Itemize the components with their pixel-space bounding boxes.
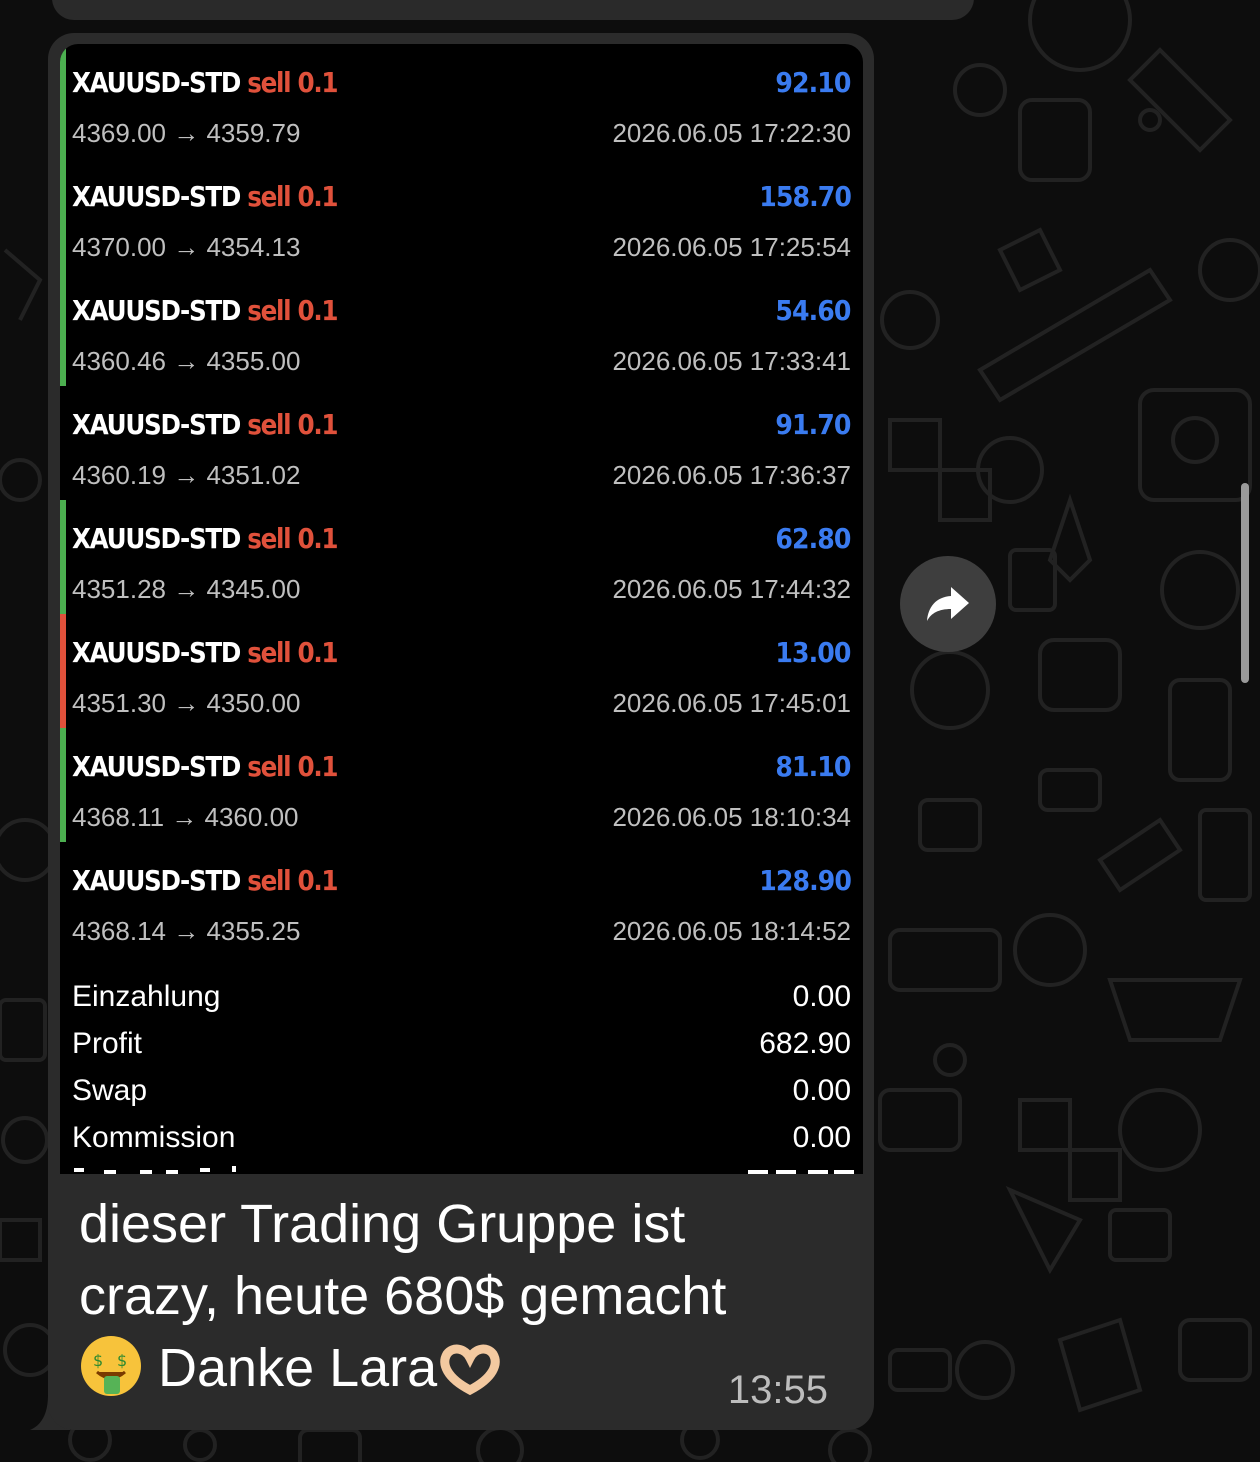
summary-row-swap: Swap 0.00 xyxy=(60,1068,863,1114)
summary-value: 0.00 xyxy=(792,980,851,1013)
summary-row-commission: Kommission 0.00 xyxy=(60,1115,863,1161)
trade-time: 2026.06.05 18:14:52 xyxy=(612,916,851,946)
trade-prices: 4360.46 → 4355.00 xyxy=(72,346,301,376)
trade-time: 2026.06.05 17:45:01 xyxy=(612,688,851,718)
trade-profit: 13.00 xyxy=(775,636,852,669)
scrollbar[interactable] xyxy=(1241,483,1249,683)
trade-status-bar xyxy=(60,500,66,614)
summary-label: Einzahlung xyxy=(72,980,221,1013)
message-line: dieser Trading Gruppe ist xyxy=(79,1194,686,1254)
trade-profit: 62.80 xyxy=(775,522,852,555)
trade-profit: 92.10 xyxy=(775,66,852,99)
trade-row: XAUUSD-STD sell 0.1 4369.00 → 4359.79 92… xyxy=(60,44,863,158)
summary-row-profit: Profit 682.90 xyxy=(60,1021,863,1067)
money-mouth-face-icon: $ $ xyxy=(81,1336,141,1396)
trade-profit: 81.10 xyxy=(775,750,852,783)
trade-prices: 4368.11 → 4360.00 xyxy=(72,802,299,832)
summary-label: Profit xyxy=(72,1027,143,1060)
trade-symbol: XAUUSD-STD sell 0.1 xyxy=(72,636,339,669)
trade-row: XAUUSD-STD sell 0.1 4370.00 → 4354.13 15… xyxy=(60,158,863,272)
trade-symbol: XAUUSD-STD sell 0.1 xyxy=(72,408,339,441)
trade-time: 2026.06.05 17:33:41 xyxy=(612,346,851,376)
trade-row: XAUUSD-STD sell 0.1 4360.46 → 4355.00 54… xyxy=(60,272,863,386)
trade-time: 2026.06.05 17:36:37 xyxy=(612,460,851,490)
trade-prices: 4370.00 → 4354.13 xyxy=(72,232,301,262)
trade-status-bar xyxy=(60,44,66,158)
trade-row: XAUUSD-STD sell 0.1 4351.30 → 4350.00 13… xyxy=(60,614,863,728)
trade-history-screenshot[interactable]: XAUUSD-STD sell 0.1 4369.00 → 4359.79 92… xyxy=(60,44,863,1174)
summary-value: 0.00 xyxy=(792,1074,851,1107)
trade-row: XAUUSD-STD sell 0.1 4368.14 → 4355.25 12… xyxy=(60,842,863,956)
trade-status-bar xyxy=(60,158,66,272)
trade-time: 2026.06.05 17:44:32 xyxy=(612,574,851,604)
summary-label: Swap xyxy=(72,1074,148,1107)
trade-row: XAUUSD-STD sell 0.1 4351.28 → 4345.00 62… xyxy=(60,500,863,614)
summary-value: 0.00 xyxy=(792,1121,851,1154)
trade-symbol: XAUUSD-STD sell 0.1 xyxy=(72,522,339,555)
trade-status-bar xyxy=(60,614,66,728)
trade-row: XAUUSD-STD sell 0.1 4360.19 → 4351.02 91… xyxy=(60,386,863,500)
svg-text:$: $ xyxy=(117,1351,127,1370)
trade-prices: 4368.14 → 4355.25 xyxy=(72,916,301,946)
previous-message-bubble xyxy=(52,0,974,20)
trade-prices: 4351.28 → 4345.00 xyxy=(72,574,301,604)
trade-symbol: XAUUSD-STD sell 0.1 xyxy=(72,294,339,327)
trade-prices: 4360.19 → 4351.02 xyxy=(72,460,301,490)
trade-profit: 128.90 xyxy=(759,864,852,897)
trade-prices: 4369.00 → 4359.79 xyxy=(72,118,301,148)
trade-time: 2026.06.05 17:22:30 xyxy=(612,118,851,148)
message-text: dieser Trading Gruppe ist crazy, heute 6… xyxy=(79,1188,839,1404)
trade-time: 2026.06.05 17:25:54 xyxy=(612,232,851,262)
message-line-3: $ $ Danke Lara xyxy=(79,1332,839,1404)
trade-row: XAUUSD-STD sell 0.1 4368.11 → 4360.00 81… xyxy=(60,728,863,842)
trade-symbol: XAUUSD-STD sell 0.1 xyxy=(72,750,339,783)
trade-status-bar xyxy=(60,728,66,842)
trade-symbol: XAUUSD-STD sell 0.1 xyxy=(72,66,339,99)
trade-profit: 54.60 xyxy=(775,294,852,327)
trade-symbol: XAUUSD-STD sell 0.1 xyxy=(72,180,339,213)
trade-status-bar xyxy=(60,272,66,386)
heart-hands-icon xyxy=(440,1344,500,1396)
trade-profit: 158.70 xyxy=(759,180,852,213)
cropped-text-fragment xyxy=(74,1166,854,1174)
forward-arrow-icon xyxy=(927,587,969,621)
trade-prices: 4351.30 → 4350.00 xyxy=(72,688,301,718)
message-timestamp: 13:55 xyxy=(727,1368,828,1412)
summary-label: Kommission xyxy=(72,1121,236,1154)
summary-row-deposit: Einzahlung 0.00 xyxy=(60,974,863,1020)
forward-button[interactable] xyxy=(900,556,996,652)
message-line: crazy, heute 680$ gemacht xyxy=(79,1266,727,1326)
trade-time: 2026.06.05 18:10:34 xyxy=(612,802,851,832)
trade-symbol: XAUUSD-STD sell 0.1 xyxy=(72,864,339,897)
summary-value: 682.90 xyxy=(759,1027,851,1060)
svg-text:$: $ xyxy=(93,1351,103,1370)
trade-profit: 91.70 xyxy=(775,408,852,441)
